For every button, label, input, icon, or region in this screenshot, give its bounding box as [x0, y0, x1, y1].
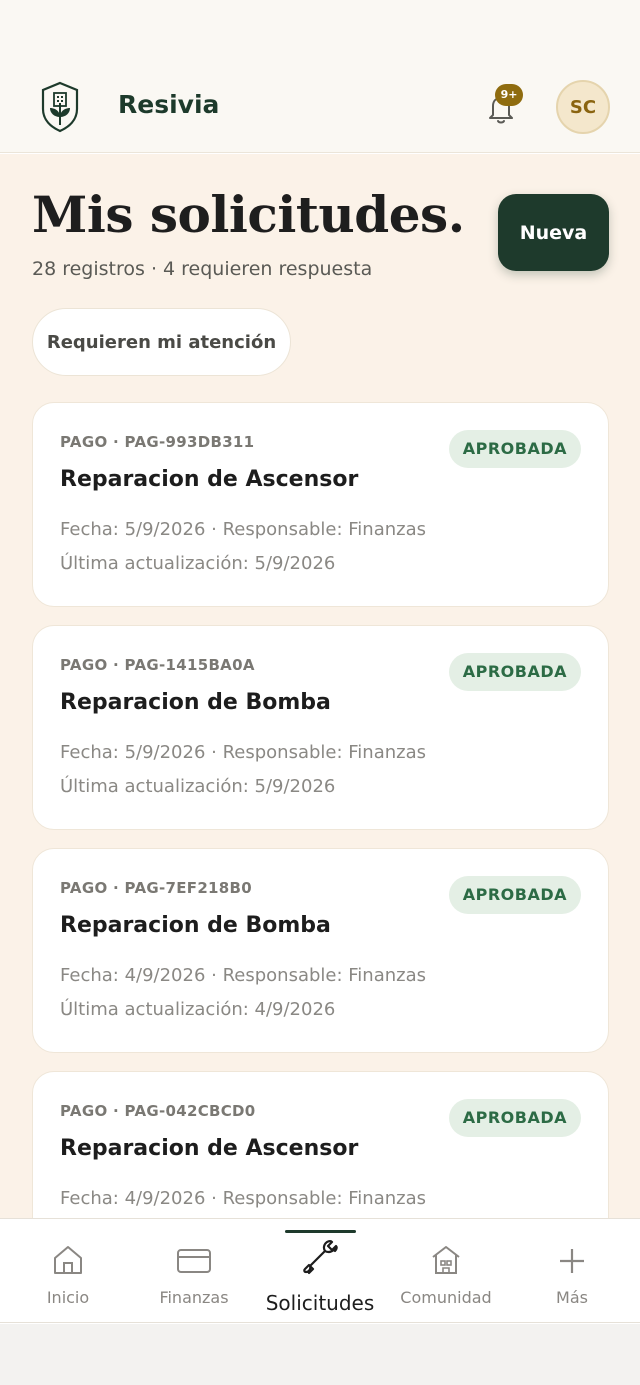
- request-card[interactable]: PAGO · PAG-7EF218B0 Reparacion de Bomba …: [32, 848, 609, 1053]
- status-badge: APROBADA: [448, 876, 581, 914]
- request-list: PAGO · PAG-993DB311 Reparacion de Ascens…: [32, 402, 609, 1218]
- request-title: Reparacion de Bomba: [60, 913, 331, 938]
- building-icon: [432, 1246, 460, 1274]
- request-card[interactable]: PAGO · PAG-1415BA0A Reparacion de Bomba …: [32, 625, 609, 830]
- request-title: Reparacion de Ascensor: [60, 467, 359, 492]
- request-meta: PAGO · PAG-042CBCD0: [60, 1102, 256, 1120]
- card-icon: [177, 1249, 211, 1273]
- bottom-nav: Inicio Finanzas Solicitudes Comunidad Má: [0, 1218, 640, 1323]
- app-header: Resivia 9+ SC: [0, 0, 640, 153]
- brand-name: Resivia: [118, 90, 220, 119]
- nav-label: Inicio: [46, 1288, 90, 1307]
- nav-item-comunidad[interactable]: Comunidad: [382, 1219, 510, 1323]
- status-badge: APROBADA: [448, 653, 581, 691]
- request-meta: PAGO · PAG-7EF218B0: [60, 879, 253, 897]
- status-badge: APROBADA: [448, 1099, 581, 1137]
- request-updated-line: Última actualización: 5/9/2026: [60, 553, 336, 574]
- nav-label: Más: [556, 1288, 588, 1307]
- system-bar: [0, 1324, 640, 1385]
- request-date-line: Fecha: 4/9/2026 · Responsable: Finanzas: [60, 1188, 427, 1209]
- status-badge: APROBADA: [448, 430, 581, 468]
- main-content: Mis solicitudes. 28 registros · 4 requie…: [0, 154, 640, 1218]
- page-title: Mis solicitudes.: [32, 185, 465, 244]
- request-date-line: Fecha: 5/9/2026 · Responsable: Finanzas: [60, 519, 427, 540]
- nav-item-solicitudes[interactable]: Solicitudes: [256, 1219, 384, 1323]
- nav-label: Comunidad: [400, 1288, 492, 1307]
- page-subtitle: 28 registros · 4 requieren respuesta: [32, 258, 373, 280]
- request-title: Reparacion de Ascensor: [60, 1136, 359, 1161]
- filter-chip-attention[interactable]: Requieren mi atención: [32, 308, 291, 376]
- request-date-line: Fecha: 5/9/2026 · Responsable: Finanzas: [60, 742, 427, 763]
- home-icon: [54, 1246, 82, 1274]
- request-meta: PAGO · PAG-993DB311: [60, 433, 255, 451]
- request-meta: PAGO · PAG-1415BA0A: [60, 656, 255, 674]
- nav-label: Finanzas: [159, 1288, 229, 1307]
- nav-label: Solicitudes: [265, 1291, 375, 1315]
- nav-item-mas[interactable]: Más: [508, 1219, 636, 1323]
- request-updated-line: Última actualización: 5/9/2026: [60, 776, 336, 797]
- request-title: Reparacion de Bomba: [60, 690, 331, 715]
- avatar[interactable]: SC: [556, 80, 610, 134]
- request-date-line: Fecha: 4/9/2026 · Responsable: Finanzas: [60, 965, 427, 986]
- new-request-button[interactable]: Nueva: [498, 194, 609, 271]
- request-card[interactable]: PAGO · PAG-993DB311 Reparacion de Ascens…: [32, 402, 609, 607]
- plus-icon: [560, 1249, 584, 1273]
- logo-icon[interactable]: [40, 81, 80, 133]
- nav-item-inicio[interactable]: Inicio: [4, 1219, 132, 1323]
- notification-badge: 9+: [495, 84, 523, 106]
- wrench-icon: [303, 1240, 338, 1275]
- nav-item-finanzas[interactable]: Finanzas: [130, 1219, 258, 1323]
- request-updated-line: Última actualización: 4/9/2026: [60, 999, 336, 1020]
- request-card[interactable]: PAGO · PAG-042CBCD0 Reparacion de Ascens…: [32, 1071, 609, 1218]
